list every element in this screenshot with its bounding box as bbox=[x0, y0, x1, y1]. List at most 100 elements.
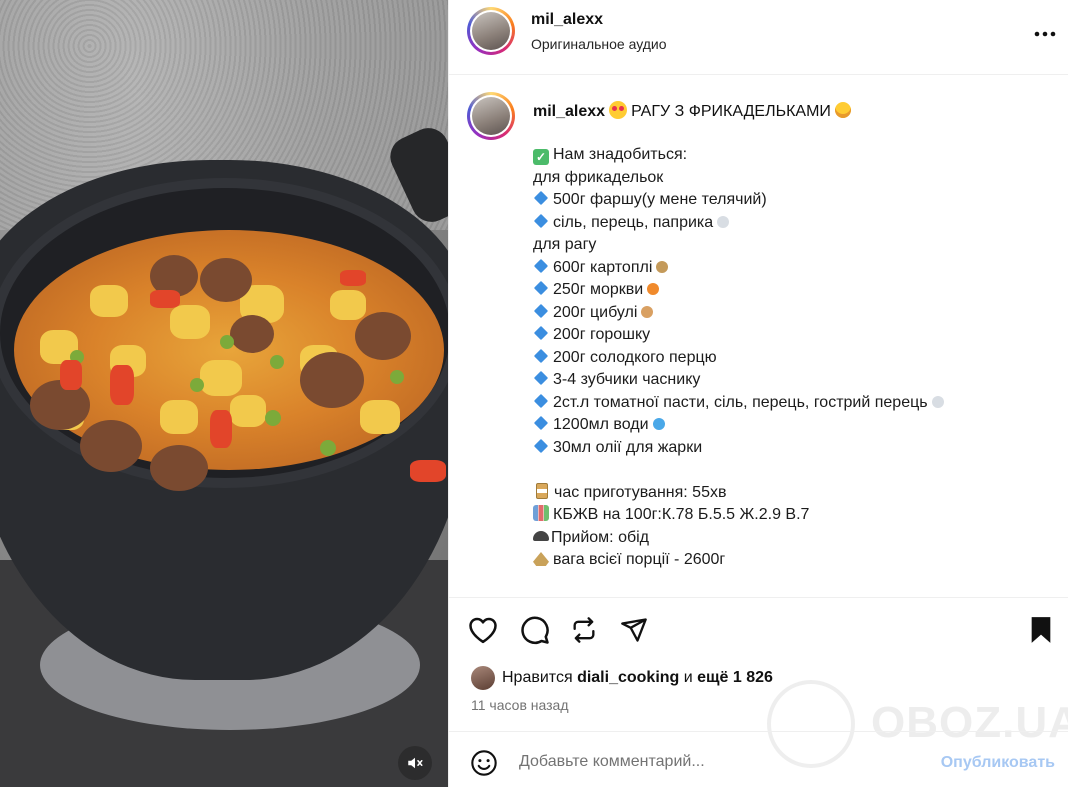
likes-count[interactable]: ещё 1 826 bbox=[697, 669, 773, 687]
check-emoji-icon: ✓ bbox=[533, 149, 549, 165]
diamond-emoji-icon bbox=[533, 325, 549, 341]
pepper-piece bbox=[110, 365, 134, 405]
like-button[interactable] bbox=[467, 614, 499, 646]
smiley-icon bbox=[471, 750, 497, 776]
caption-line-text: 200г горошку bbox=[553, 326, 651, 343]
caption-line: сіль, перець, паприка bbox=[533, 212, 1033, 235]
caption-line: 600г картоплі bbox=[533, 257, 1033, 280]
caption-username[interactable]: mil_alexx bbox=[533, 103, 605, 120]
more-options-button[interactable] bbox=[1031, 20, 1059, 48]
pea-piece bbox=[390, 370, 404, 384]
potato-piece bbox=[160, 400, 198, 434]
repost-icon bbox=[573, 617, 595, 643]
caption-line: 200г солодкого перцю bbox=[533, 347, 1033, 370]
meat-piece bbox=[355, 312, 411, 360]
caption-line: 3-4 зубчики часнику bbox=[533, 369, 1033, 392]
liker-avatar[interactable] bbox=[471, 666, 495, 690]
pea-piece bbox=[270, 355, 284, 369]
post-timestamp[interactable]: 11 часов назад bbox=[471, 697, 569, 713]
caption-line: 2ст.л томатної пасти, сіль, перець, гост… bbox=[533, 392, 1033, 415]
diamond-emoji-icon bbox=[533, 213, 549, 228]
caption-title: РАГУ З ФРИКАДЕЛЬКАМИ bbox=[631, 103, 831, 120]
caption-line-text: КБЖВ на 100г:К.78 Б.5.5 Ж.2.9 В.7 bbox=[553, 506, 810, 523]
caption-line-text: 200г солодкого перцю bbox=[553, 348, 717, 366]
pea-piece bbox=[320, 440, 336, 456]
diamond-emoji-icon bbox=[533, 348, 549, 363]
meat-piece bbox=[150, 445, 208, 491]
action-bar bbox=[449, 597, 1068, 663]
caption-line: ✓ Нам знадобиться: bbox=[533, 144, 1033, 167]
pea-piece bbox=[190, 378, 204, 392]
post-header: mil_alexx Оригинальное аудио bbox=[449, 0, 1068, 75]
pepper-piece bbox=[150, 290, 180, 308]
hourglass-emoji-icon bbox=[536, 482, 548, 499]
liker-username[interactable]: diali_cooking bbox=[577, 669, 679, 687]
pea-piece bbox=[265, 410, 281, 426]
comment-button[interactable] bbox=[519, 614, 551, 646]
audio-label[interactable]: Оригинальное аудио bbox=[531, 36, 667, 52]
caption-line: 1200мл води bbox=[533, 414, 1033, 437]
publish-button[interactable]: Опубликовать bbox=[941, 754, 1055, 772]
pea-piece bbox=[220, 335, 234, 349]
author-username[interactable]: mil_alexx bbox=[531, 11, 603, 29]
potato-piece bbox=[360, 400, 400, 434]
caption-line: час приготування: 55хв bbox=[533, 482, 1033, 505]
meat-piece bbox=[300, 352, 364, 408]
caption-line-text: 3-4 зубчики часнику bbox=[553, 371, 701, 388]
avatar[interactable] bbox=[467, 7, 515, 55]
potato-piece bbox=[230, 395, 266, 427]
yum-emoji-icon bbox=[834, 102, 851, 118]
mute-button[interactable] bbox=[398, 746, 432, 780]
salt-emoji-icon bbox=[717, 215, 730, 228]
salt-emoji-icon bbox=[931, 395, 944, 408]
caption-line: для рагу bbox=[533, 234, 1033, 257]
caption-avatar[interactable] bbox=[467, 92, 515, 140]
diamond-emoji-icon bbox=[533, 415, 549, 431]
caption-area: mil_alexx РАГУ З ФРИКАДЕЛЬКАМИ ✓ Нам знадо… bbox=[449, 75, 1068, 597]
caption-header: mil_alexx РАГУ З ФРИКАДЕЛЬКАМИ bbox=[533, 101, 851, 121]
caption-line: 200г горошку bbox=[533, 324, 1033, 347]
caption-line-text: вага всієї порції - 2600г bbox=[553, 551, 726, 568]
barchart-emoji-icon bbox=[533, 505, 549, 521]
caption-line: вага всієї порції - 2600г bbox=[533, 549, 1033, 572]
potato-piece bbox=[170, 305, 210, 339]
onion-emoji-icon bbox=[641, 305, 654, 318]
likes-summary: Нравится diali_cooking и ещё 1 826 bbox=[471, 666, 773, 690]
diamond-emoji-icon bbox=[533, 190, 549, 206]
diamond-emoji-icon bbox=[533, 280, 549, 296]
scale-emoji-icon bbox=[533, 552, 549, 566]
heart-icon bbox=[469, 617, 497, 644]
heart-eyes-emoji-icon bbox=[609, 101, 628, 119]
save-button[interactable] bbox=[1025, 614, 1057, 646]
potato-piece bbox=[90, 285, 128, 317]
pepper-piece bbox=[410, 460, 446, 482]
repost-button[interactable] bbox=[568, 614, 600, 646]
caption-line: 200г цибулі bbox=[533, 302, 1033, 325]
meat-piece bbox=[30, 380, 90, 430]
emoji-picker-button[interactable] bbox=[469, 748, 499, 778]
caption-line-text: 600г картоплі bbox=[553, 258, 653, 276]
caption-line-text: 250г моркви bbox=[553, 281, 644, 298]
caption-line: Прийом: обід bbox=[533, 527, 1033, 550]
caption-line: 250г моркви bbox=[533, 279, 1033, 302]
post-media[interactable] bbox=[0, 0, 448, 787]
comment-bar: Опубликовать bbox=[449, 731, 1068, 788]
share-button[interactable] bbox=[618, 614, 650, 646]
diamond-emoji-icon bbox=[533, 438, 549, 453]
meat-piece bbox=[230, 315, 274, 353]
volume-muted-icon bbox=[408, 757, 423, 769]
carrot-emoji-icon bbox=[647, 283, 660, 295]
caption-line-text: 500г фаршу(у мене телячий) bbox=[553, 191, 767, 208]
caption-line: 30мл олії для жарки bbox=[533, 437, 1033, 460]
caption-line-text: для фрикадельок bbox=[533, 168, 664, 186]
caption-line-text: час приготування: 55хв bbox=[554, 483, 727, 501]
caption-line-text: Нам знадобиться: bbox=[553, 146, 688, 163]
comment-input[interactable] bbox=[519, 748, 919, 776]
caption-body: ✓ Нам знадобиться: для фрикадельок 500г фар… bbox=[533, 144, 1033, 572]
caption-line: 500г фаршу(у мене телячий) bbox=[533, 189, 1033, 212]
more-horizontal-icon bbox=[1034, 31, 1056, 37]
likes-middle: и bbox=[683, 669, 693, 686]
caption-line: для фрикадельок bbox=[533, 167, 1033, 190]
caption-line-text: для рагу bbox=[533, 236, 597, 253]
